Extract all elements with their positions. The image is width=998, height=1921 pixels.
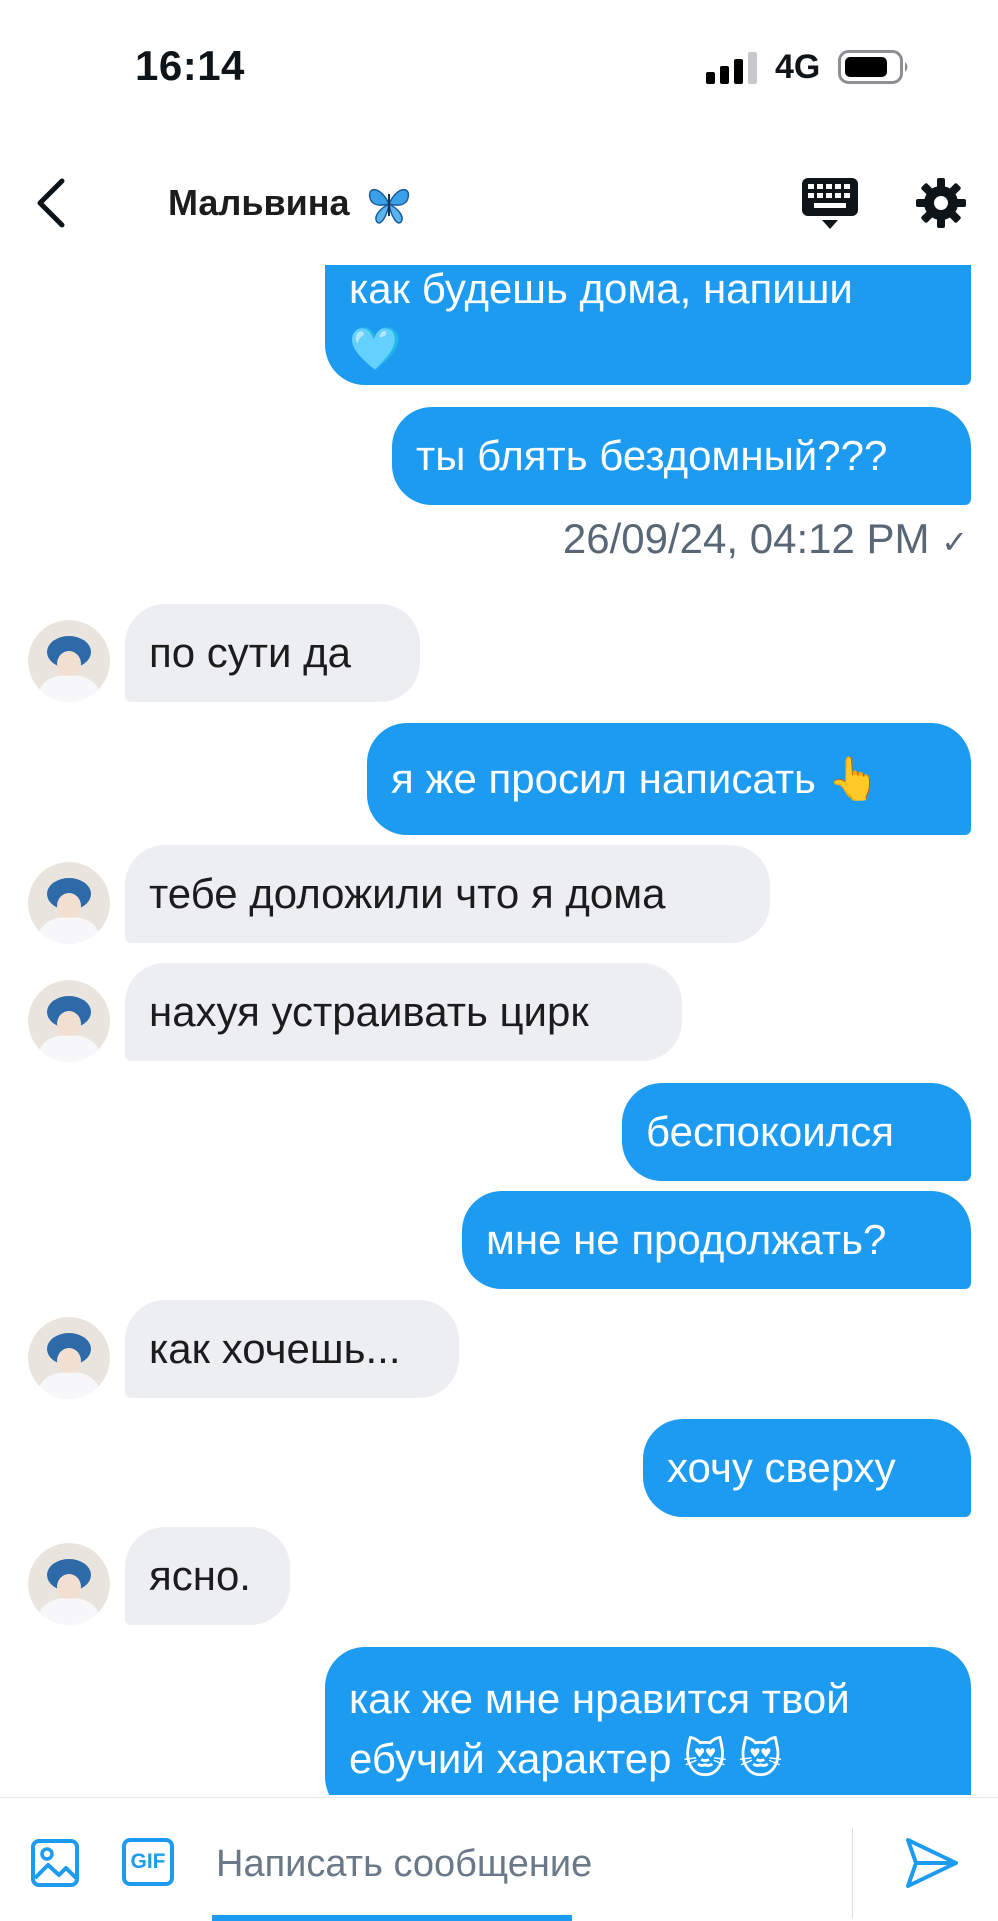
message-outgoing[interactable]: хочу сверху — [643, 1419, 971, 1517]
conversation-header: Мальвина — [0, 150, 998, 260]
gear-icon[interactable] — [912, 174, 970, 232]
avatar[interactable] — [28, 620, 110, 702]
battery-icon — [838, 50, 908, 84]
avatar[interactable] — [28, 1543, 110, 1625]
contact-name[interactable]: Мальвина — [168, 182, 349, 224]
status-time: 16:14 — [135, 42, 245, 89]
back-icon[interactable] — [28, 175, 78, 231]
send-icon[interactable] — [904, 1836, 960, 1890]
message-list[interactable]: как будешь дома, напиши 🩵 ты блять бездо… — [0, 265, 998, 1795]
message-composer: GIF — [0, 1797, 998, 1921]
message-incoming[interactable]: ясно. — [125, 1527, 290, 1625]
message-outgoing[interactable]: как же мне нравится твой ебучий характер… — [325, 1647, 971, 1795]
message-outgoing[interactable]: я же просил написать 👆 — [367, 723, 971, 835]
read-receipt-icon: ✓ — [941, 524, 968, 560]
message-incoming[interactable]: тебе доложили что я дома — [125, 845, 770, 943]
message-timestamp: 26/09/24, 04:12 PM ✓ — [562, 515, 968, 562]
message-incoming[interactable]: нахуя устраивать цирк — [125, 963, 682, 1061]
home-indicator — [212, 1915, 572, 1921]
avatar[interactable] — [28, 1317, 110, 1399]
message-outgoing[interactable]: как будешь дома, напиши 🩵 — [325, 265, 971, 385]
divider — [852, 1828, 853, 1918]
butterfly-icon — [368, 189, 410, 224]
keyboard-icon[interactable] — [800, 176, 860, 232]
avatar[interactable] — [28, 862, 110, 944]
message-input[interactable] — [214, 1828, 838, 1900]
gif-icon[interactable]: GIF — [122, 1838, 174, 1886]
message-incoming[interactable]: как хочешь... — [125, 1300, 459, 1398]
message-outgoing[interactable]: ты блять бездомный??? — [392, 407, 971, 505]
avatar[interactable] — [28, 980, 110, 1062]
image-icon[interactable] — [30, 1838, 80, 1888]
message-outgoing[interactable]: мне не продолжать? — [462, 1191, 971, 1289]
message-incoming[interactable]: по сути да — [125, 604, 420, 702]
message-outgoing[interactable]: беспокоился — [622, 1083, 971, 1181]
network-type: 4G — [775, 48, 821, 86]
status-bar: 16:14 4G — [0, 0, 998, 130]
signal-icon — [706, 52, 757, 84]
